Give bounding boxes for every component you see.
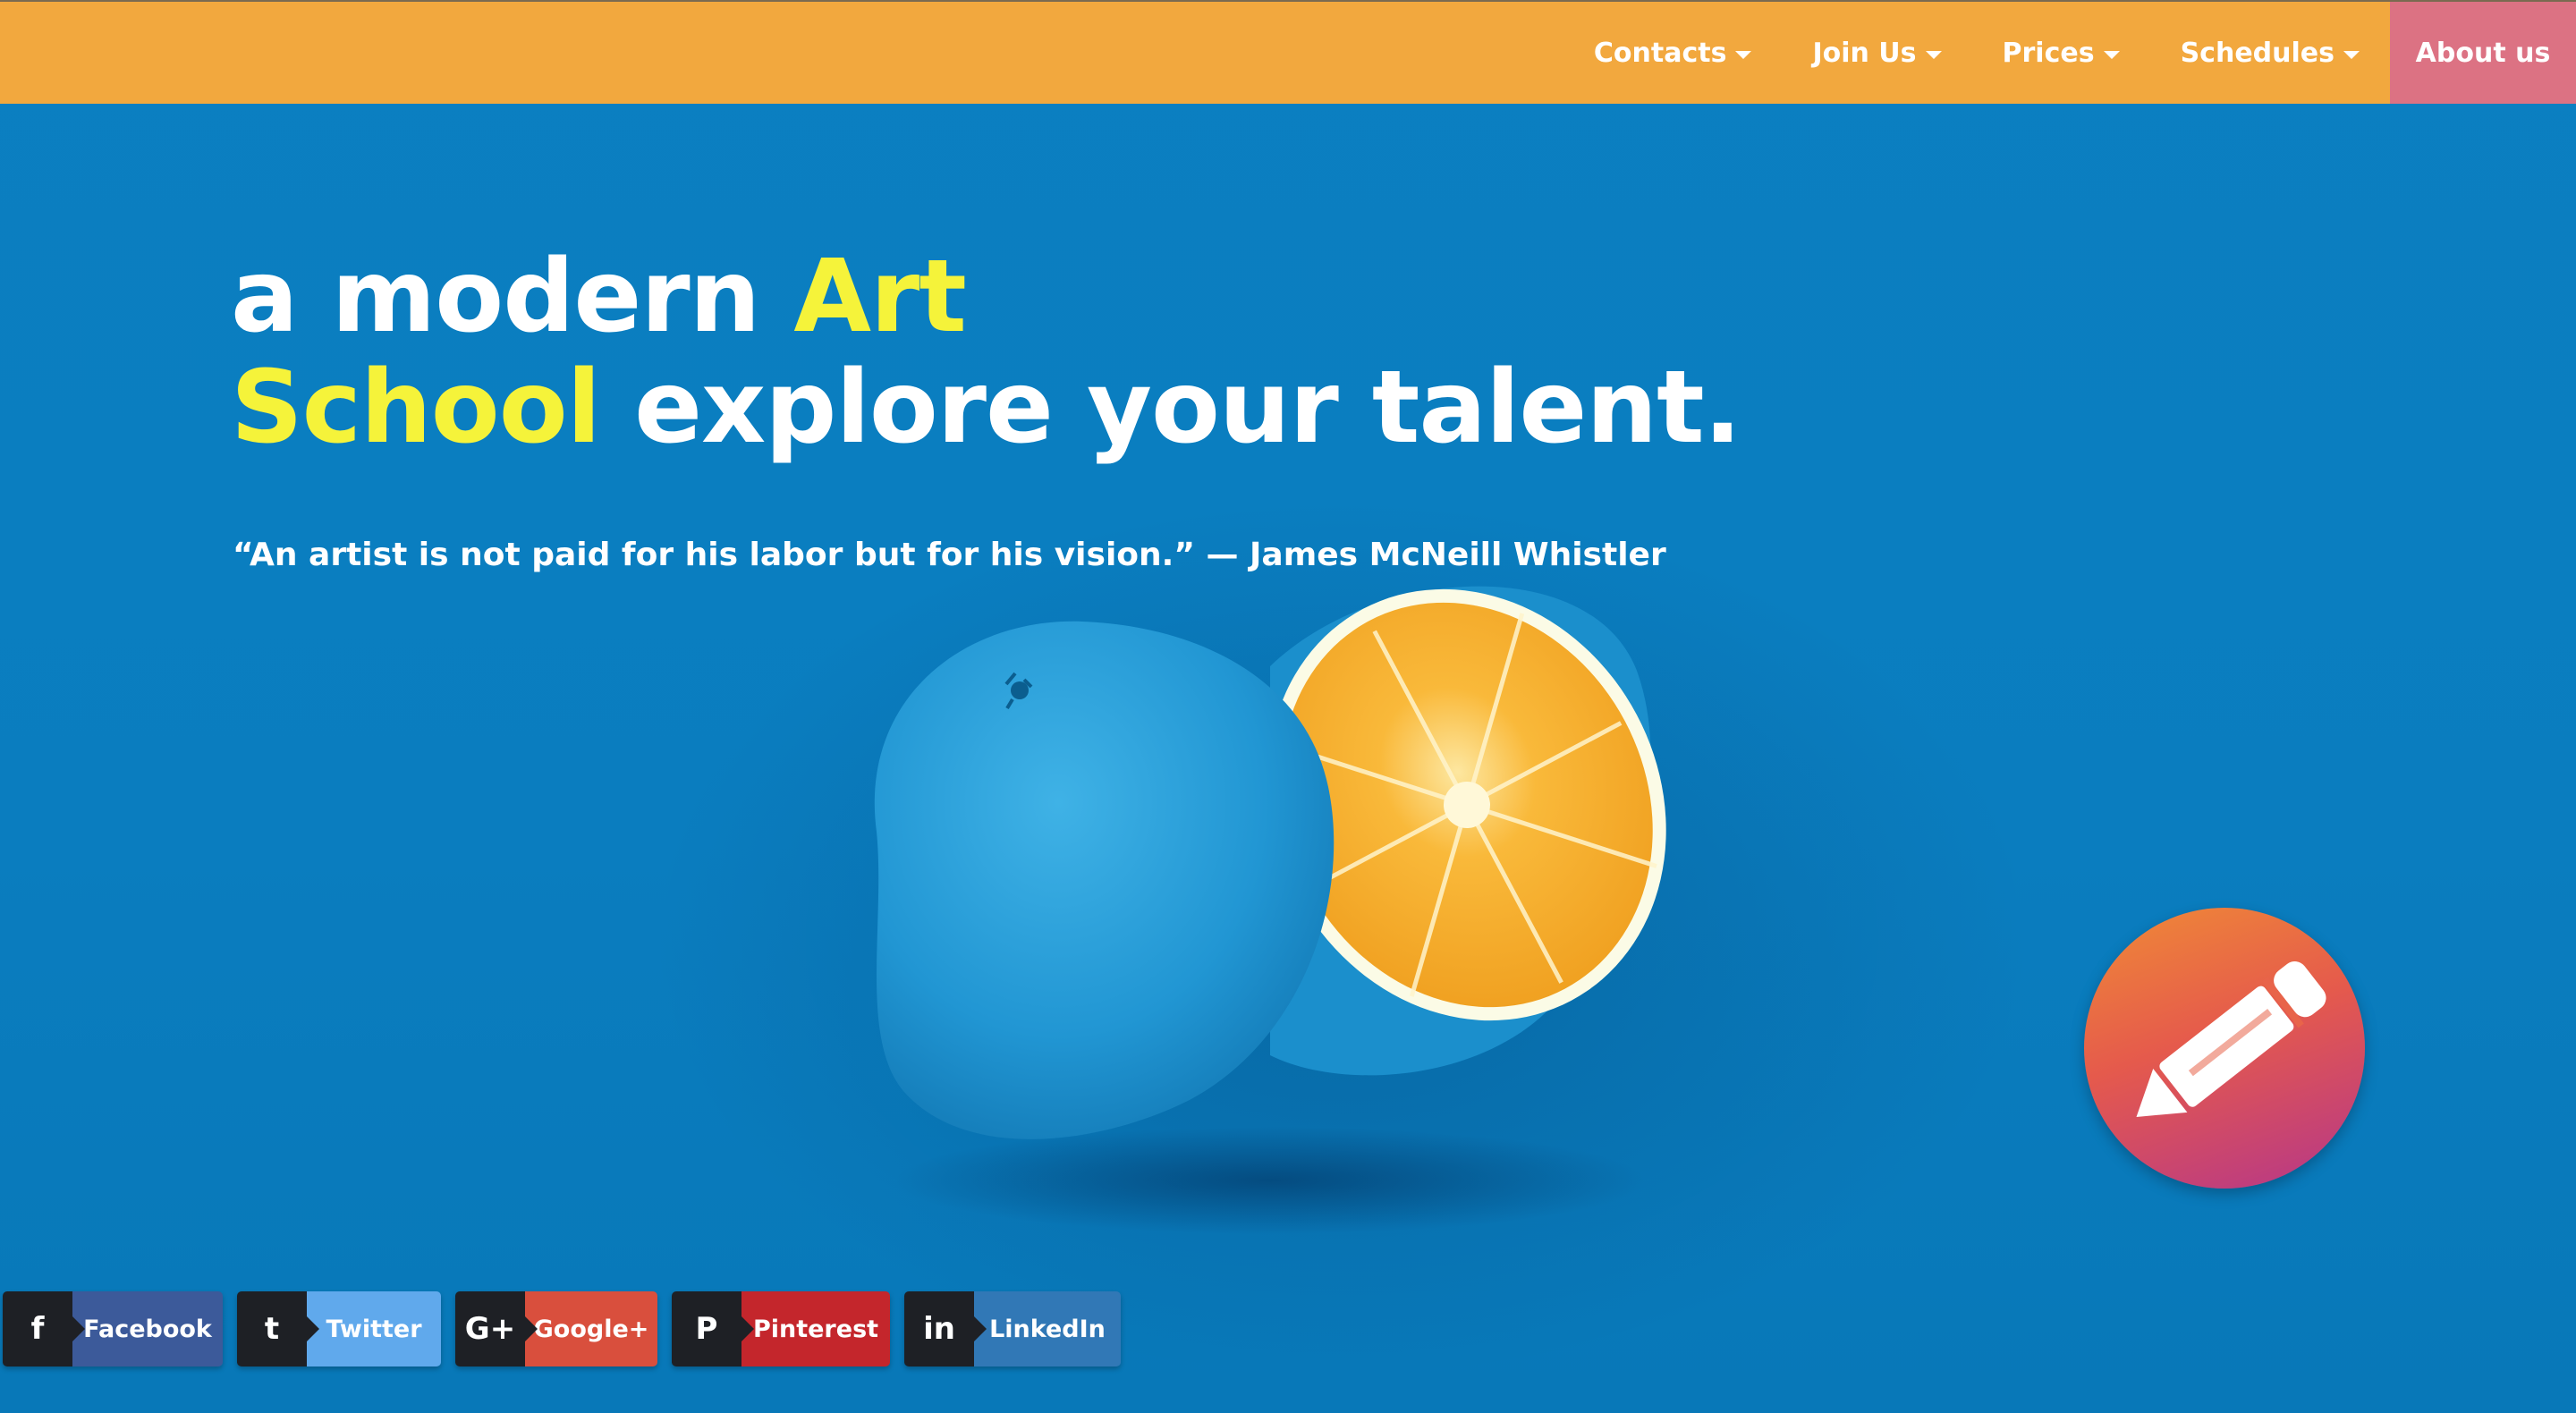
caret-down-icon: [2343, 50, 2360, 59]
headline-highlight-art: Art: [793, 239, 966, 355]
nav-contacts[interactable]: Contacts: [1563, 2, 1783, 104]
nav-prices[interactable]: Prices: [1972, 2, 2150, 104]
nav-schedules-label: Schedules: [2180, 37, 2334, 69]
nav-contacts-label: Contacts: [1593, 37, 1727, 69]
social-share-bar: f Facebook t Twitter G+ Google+ P Pinter…: [3, 1291, 1135, 1366]
pencil-icon: [2136, 961, 2326, 1117]
facebook-icon: f: [3, 1291, 85, 1366]
share-facebook-button[interactable]: f Facebook: [3, 1291, 223, 1366]
twitter-icon: t: [237, 1291, 319, 1366]
share-pinterest-button[interactable]: P Pinterest: [672, 1291, 890, 1366]
caret-down-icon: [1925, 50, 1942, 59]
share-twitter-label: Twitter: [307, 1291, 441, 1366]
nav-menu: Contacts Join Us Prices Schedules About …: [1563, 2, 2576, 104]
caret-down-icon: [2103, 50, 2120, 59]
nav-about-us[interactable]: About us: [2390, 2, 2576, 104]
nav-about-us-label: About us: [2415, 37, 2551, 69]
linkedin-icon: in: [904, 1291, 987, 1366]
share-google-plus-button[interactable]: G+ Google+: [455, 1291, 657, 1366]
nav-join-us-label: Join Us: [1812, 37, 1917, 69]
headline-part-2: explore your talent.: [600, 350, 1741, 466]
edit-fab-button[interactable]: [2084, 908, 2365, 1189]
headline-part-1: a modern: [231, 239, 794, 355]
painted-orange-image: [874, 586, 1666, 1234]
share-linkedin-button[interactable]: in LinkedIn: [904, 1291, 1121, 1366]
top-navbar: Contacts Join Us Prices Schedules About …: [0, 0, 2576, 104]
hero-headline: a modern Art School explore your talent.: [231, 241, 1741, 463]
headline-highlight-school: School: [231, 350, 601, 466]
caret-down-icon: [1735, 50, 1752, 59]
share-linkedin-label: LinkedIn: [974, 1291, 1121, 1366]
google-plus-icon: G+: [455, 1291, 538, 1366]
nav-schedules[interactable]: Schedules: [2150, 2, 2390, 104]
share-google-plus-label: Google+: [525, 1291, 657, 1366]
share-pinterest-label: Pinterest: [741, 1291, 890, 1366]
nav-join-us[interactable]: Join Us: [1782, 2, 1971, 104]
share-twitter-button[interactable]: t Twitter: [237, 1291, 441, 1366]
pinterest-icon: P: [672, 1291, 754, 1366]
share-facebook-label: Facebook: [72, 1291, 223, 1366]
nav-prices-label: Prices: [2002, 37, 2095, 69]
